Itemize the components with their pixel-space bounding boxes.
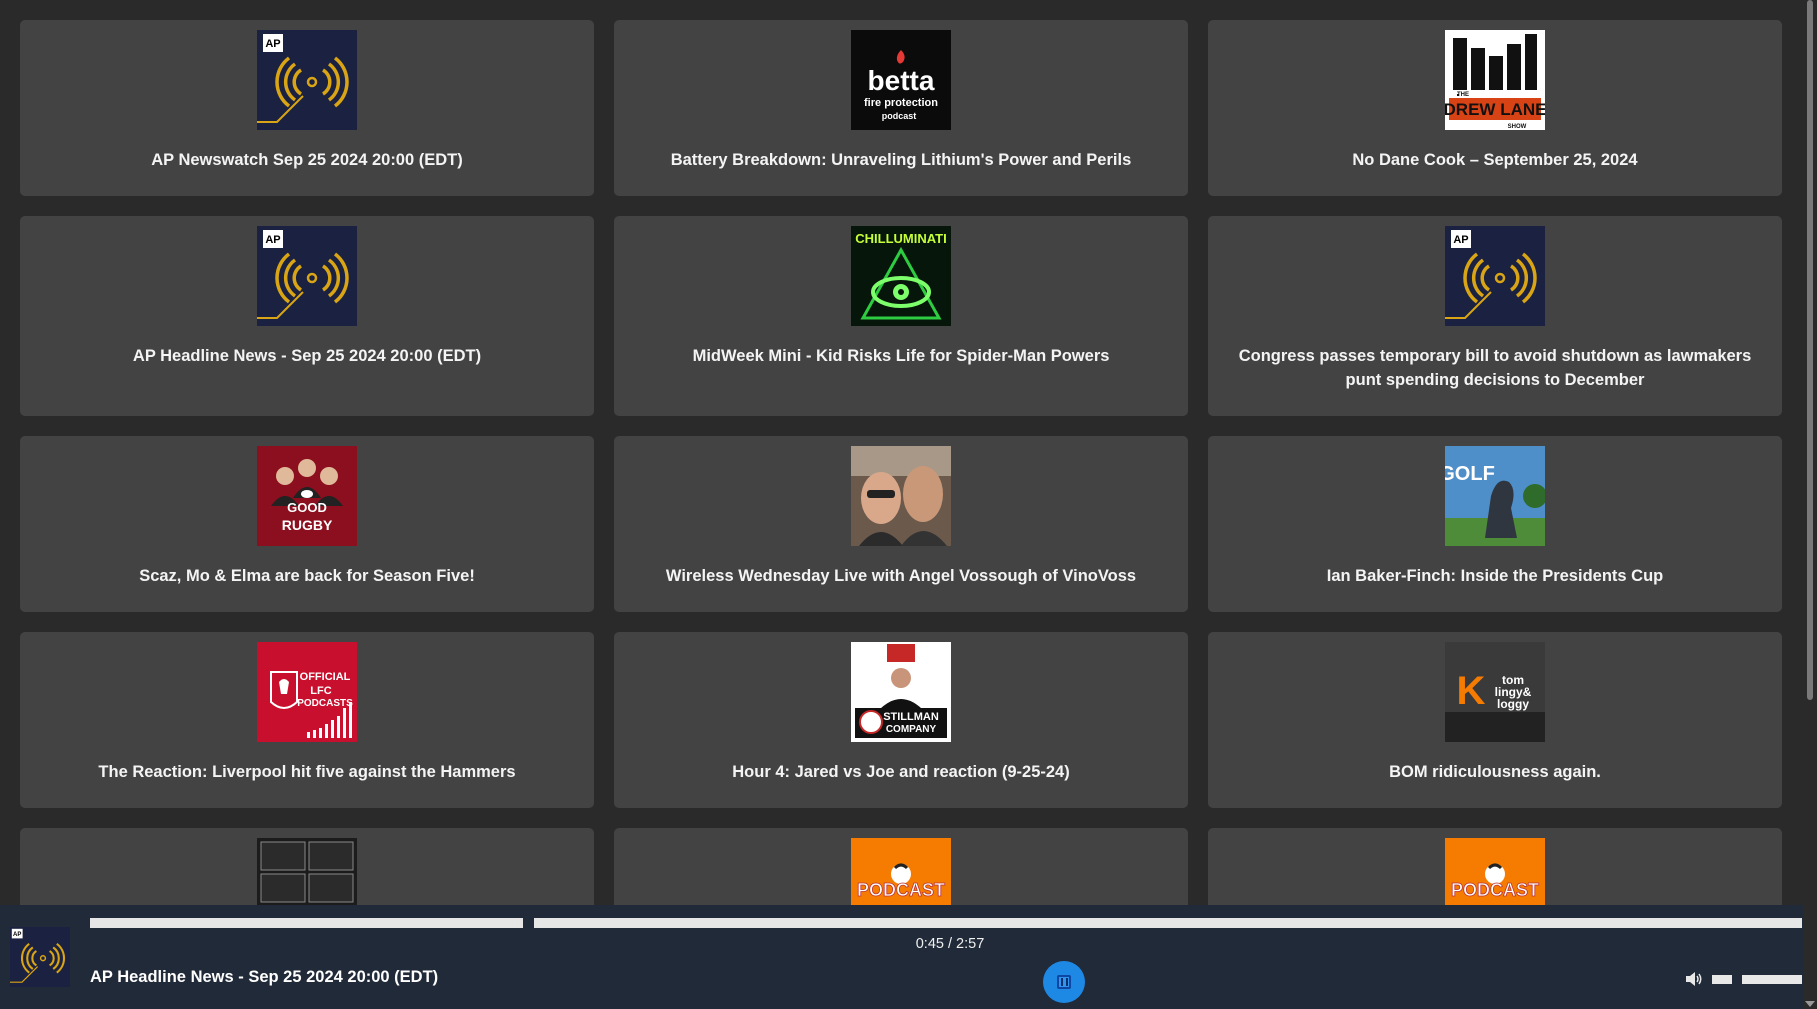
episode-grid-viewport: AP AP Newswatch Sep 25 2024 20:00 (EDT) b… (0, 0, 1803, 905)
episode-card[interactable]: PODCAST (614, 828, 1188, 905)
episode-card[interactable]: THE DREW LANE SHOW No Dane Cook – Septemb… (1208, 20, 1782, 196)
ap-logo-text: AP (265, 234, 280, 246)
episode-card[interactable]: PODCAST (1208, 828, 1782, 905)
progress-remaining[interactable] (534, 918, 1802, 928)
pause-button[interactable] (1043, 961, 1085, 1003)
episode-card[interactable]: AP Congress passes temporary bill to avoi… (1208, 216, 1782, 416)
playback-time: 0:45 / 2:57 (915, 936, 985, 952)
artwork-text: PODCASTS (297, 698, 353, 709)
progress-played[interactable] (90, 918, 523, 928)
k-radio-icon: K tom lingy& loggy (1445, 642, 1545, 742)
artwork-text: GOLF (1445, 463, 1495, 485)
episode-title: Wireless Wednesday Live with Angel Vosso… (665, 567, 1137, 585)
chilluminati-icon: CHILLUMINATI (851, 226, 951, 326)
episode-card[interactable]: Wireless Wednesday Live with Angel Vosso… (614, 436, 1188, 612)
ap-logo-text: AP (13, 932, 21, 938)
scrollbar[interactable] (1803, 0, 1817, 1009)
episode-title: AP Headline News - Sep 25 2024 20:00 (ED… (132, 347, 482, 365)
photo-icon (851, 446, 951, 546)
artwork-text: betta (868, 65, 935, 96)
golf-icon: GOLF (1445, 446, 1545, 546)
episode-card[interactable] (20, 828, 594, 905)
episode-card[interactable]: STILLMAN COMPANY Hour 4: Jared vs Joe and… (614, 632, 1188, 808)
episode-title: The Reaction: Liverpool hit five against… (98, 763, 516, 781)
episode-title: BOM ridiculousness again. (1389, 763, 1601, 781)
episode-title: No Dane Cook – September 25, 2024 (1352, 151, 1638, 169)
stillman-icon: STILLMAN COMPANY (851, 642, 951, 742)
artwork-text: CHILLUMINATI (855, 231, 946, 246)
now-playing-title: AP Headline News - Sep 25 2024 20:00 (ED… (90, 968, 439, 986)
good-rugby-icon: GOOD RUGBY (257, 446, 357, 546)
episode-card[interactable]: OFFICIAL LFC PODCASTS The Reaction: Live… (20, 632, 594, 808)
episode-title: Ian Baker-Finch: Inside the Presidents C… (1326, 567, 1664, 585)
artwork-text: SHOW (1508, 124, 1527, 130)
episode-title: AP Newswatch Sep 25 2024 20:00 (EDT) (151, 151, 463, 169)
lfc-icon: OFFICIAL LFC PODCASTS (257, 642, 357, 742)
ap-logo-text: AP (1453, 234, 1468, 246)
podcast-orange-icon: PODCAST (1445, 838, 1545, 905)
episode-card[interactable]: AP AP Newswatch Sep 25 2024 20:00 (EDT) (20, 20, 594, 196)
episode-card[interactable]: CHILLUMINATI MidWeek Mini - Kid Risks Li… (614, 216, 1188, 416)
artwork-text: LFC (310, 685, 331, 697)
scroll-down-arrow-icon[interactable] (1805, 1001, 1815, 1007)
artwork-text: DREW LANE (1445, 100, 1545, 119)
episode-card[interactable]: GOOD RUGBY Scaz, Mo & Elma are back for S… (20, 436, 594, 612)
ap-icon: AP (257, 226, 357, 326)
episode-grid: AP AP Newswatch Sep 25 2024 20:00 (EDT) b… (20, 20, 1782, 905)
scrollbar-thumb[interactable] (1807, 0, 1813, 700)
artwork-text: THE (1457, 92, 1469, 98)
artwork-text: podcast (882, 111, 917, 121)
ap-icon: AP (257, 30, 357, 130)
artwork-text: PODCAST (1451, 880, 1539, 900)
podcast-orange-icon: PODCAST (851, 838, 951, 905)
artwork-text: RUGBY (282, 517, 333, 533)
artwork-text: OFFICIAL (300, 671, 351, 683)
betta-icon: betta fire protection podcast (851, 30, 951, 130)
artwork-text: loggy (1497, 697, 1529, 711)
ap-logo-text: AP (265, 38, 280, 50)
episode-card[interactable]: AP AP Headline News - Sep 25 2024 20:00 (… (20, 216, 594, 416)
episode-title: Congress passes temporary bill to avoid … (1238, 347, 1752, 389)
audio-player: AP 0:45 / 2:57 AP Headline News - Sep 25… (0, 905, 1803, 1009)
artwork-text: PODCAST (857, 880, 945, 900)
artwork-text: STILLMAN (883, 711, 939, 723)
now-playing-artwork: AP (10, 927, 70, 987)
artwork-text: K (1457, 669, 1486, 713)
volume-level-indicator (1712, 975, 1732, 984)
episode-title: Scaz, Mo & Elma are back for Season Five… (139, 567, 475, 585)
episode-title: Battery Breakdown: Unraveling Lithium's … (670, 151, 1132, 169)
episode-title: Hour 4: Jared vs Joe and reaction (9-25-… (732, 763, 1070, 781)
drew-lane-icon: THE DREW LANE SHOW (1445, 30, 1545, 130)
episode-card[interactable]: betta fire protection podcast Battery Bre… (614, 20, 1188, 196)
pause-icon (1057, 975, 1071, 989)
artwork-text: COMPANY (886, 724, 937, 735)
speaker-icon[interactable] (1684, 970, 1704, 988)
episode-card[interactable]: GOLF Ian Baker-Finch: Inside the Presiden… (1208, 436, 1782, 612)
ap-icon: AP (1445, 226, 1545, 326)
episode-card[interactable]: K tom lingy& loggy BOM ridiculousness aga… (1208, 632, 1782, 808)
amp-icon (257, 838, 357, 905)
artwork-text: GOOD (287, 500, 327, 515)
artwork-text: fire protection (864, 97, 938, 109)
episode-title: MidWeek Mini - Kid Risks Life for Spider… (692, 347, 1110, 365)
volume-slider[interactable] (1742, 975, 1802, 984)
